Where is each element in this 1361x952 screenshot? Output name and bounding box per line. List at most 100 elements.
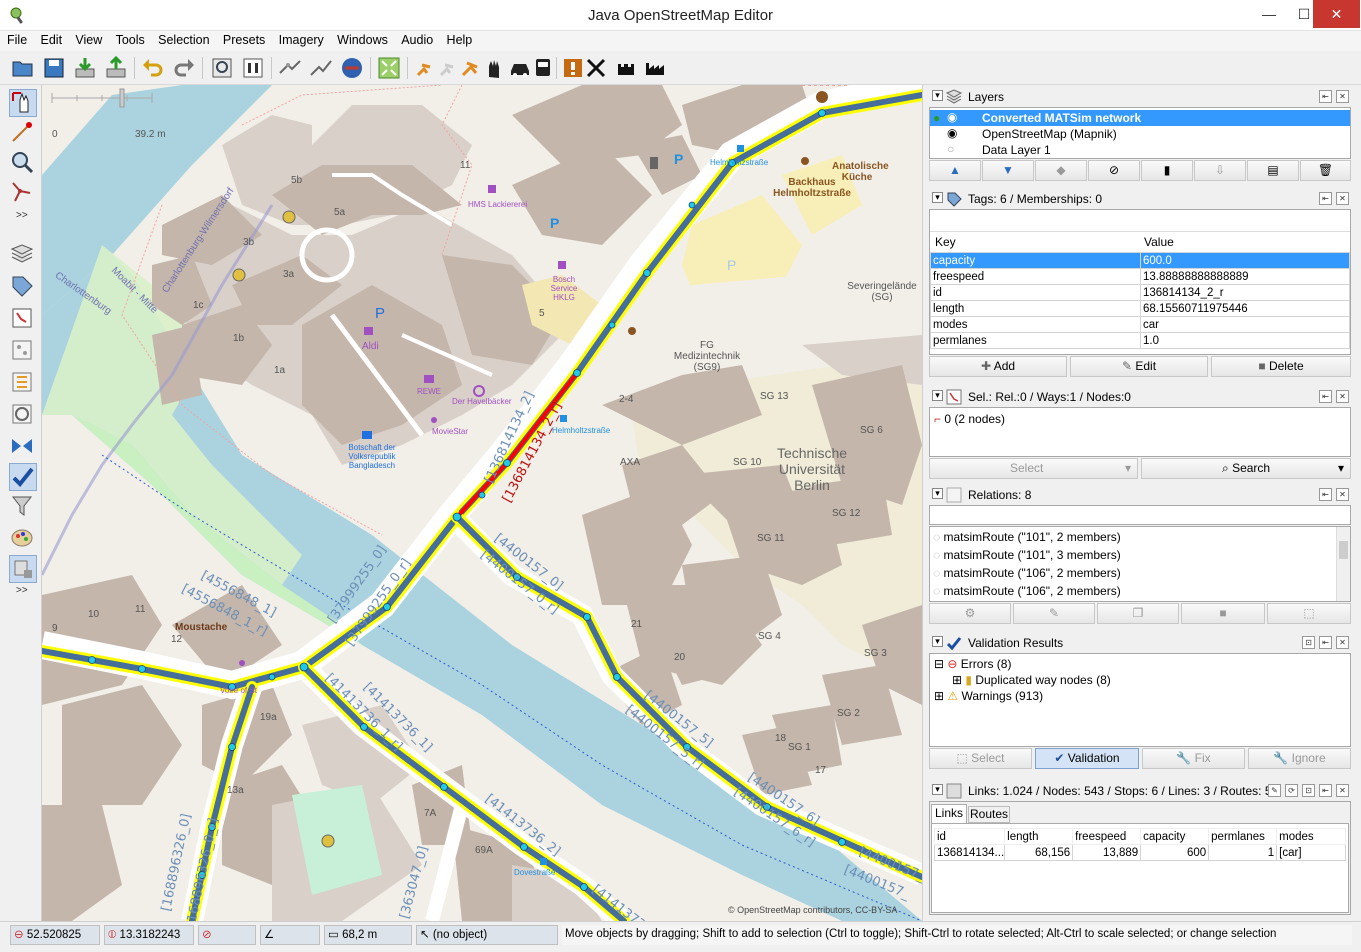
hand-icon[interactable] [481,55,507,81]
tag-key[interactable]: modes [930,316,1141,333]
zoom-fit-icon[interactable] [376,55,402,81]
fix-button[interactable]: 🔧 Fix [1142,748,1245,769]
pin-icon[interactable]: ⇤ [1319,784,1332,797]
toggle-visibility-icon[interactable]: ⊘ [1088,160,1140,181]
tag-value[interactable]: 136814134_2_r [1140,284,1350,301]
close-dialog-icon[interactable]: ✕ [1336,636,1349,649]
select-relation-icon[interactable]: ⬚ [1267,603,1351,624]
move-up-icon[interactable]: ▲ [929,160,981,181]
settings-icon[interactable]: ⊡ [1302,636,1315,649]
more-icon[interactable]: >> [16,210,28,221]
duplicate-relation-icon[interactable]: ❐ [1097,603,1179,624]
expand-tree-icon[interactable]: ⊞ [934,689,947,703]
column-header[interactable]: permlanes [1208,828,1278,845]
download-icon[interactable] [72,55,98,81]
list-item[interactable]: ◌ matsimRoute ("106", 2 members) [933,566,1121,580]
table-cell[interactable]: 13,889 [1072,844,1142,861]
menu-audio[interactable]: Audio [398,31,436,47]
scrollbar[interactable] [1336,527,1350,601]
close-dialog-icon[interactable]: ✕ [1336,90,1349,103]
validation-button[interactable]: ✔ Validation [1035,748,1139,769]
tag-key[interactable]: length [930,300,1141,317]
collapse-icon[interactable]: ▾ [932,90,943,101]
select-mode-icon[interactable] [9,89,37,117]
column-header-value[interactable]: Value [1144,235,1174,249]
menu-edit[interactable]: Edit [38,31,66,47]
tab-links[interactable]: Links [931,804,967,823]
pin-icon[interactable]: ⇤ [1319,488,1332,501]
relation-filter-input[interactable] [929,505,1351,525]
opacity-icon[interactable]: ▮ [1141,160,1193,181]
bus-icon[interactable] [530,55,556,81]
tag-key[interactable]: permlanes [930,332,1141,349]
edit-relation-icon[interactable]: ✎ [1013,603,1095,624]
validation-icon[interactable] [9,463,37,491]
menu-selection[interactable]: Selection [155,31,212,47]
layer-row-data[interactable]: ○ Data Layer 1 [930,142,1350,158]
new-relation-icon[interactable]: ⚙ [929,603,1011,624]
collapse-icon[interactable]: ▾ [932,390,943,401]
ignore-button[interactable]: 🔧 Ignore [1248,748,1351,769]
table-cell[interactable]: 1 [1208,844,1278,861]
pin-icon[interactable]: ⇤ [1319,636,1332,649]
tag-value[interactable]: 600.0 [1140,252,1350,269]
split-way-icon[interactable] [277,55,303,81]
tag-value[interactable]: car [1140,316,1350,333]
tag-key[interactable]: freespeed [930,268,1141,285]
column-header[interactable]: length [1004,828,1074,845]
table-row[interactable]: modes car [930,316,1350,333]
more-icon[interactable]: >> [16,585,28,596]
conflict-icon[interactable] [9,433,37,461]
menu-presets[interactable]: Presets [220,31,268,47]
table-row[interactable]: capacity 600.0 [930,252,1350,269]
cross-icon[interactable] [583,55,609,81]
combine-way-icon[interactable] [308,55,334,81]
list-item[interactable]: ◌ matsimRoute ("101", 3 members) [933,548,1121,562]
delete-tag-button[interactable]: ■ Delete [1211,356,1351,377]
edit-icon[interactable]: ✎ [1268,784,1281,797]
upload-icon[interactable] [103,55,129,81]
tag-value[interactable]: 1.0 [1140,332,1350,349]
layer-row-osm[interactable]: ◉ OpenStreetMap (Mapnik) [930,126,1350,142]
tag-key[interactable]: id [930,284,1141,301]
select-button[interactable]: Select ▾ [929,458,1138,479]
column-header[interactable]: freespeed [1072,828,1142,845]
pin-icon[interactable]: ⇤ [1319,390,1332,403]
save-icon[interactable] [41,55,67,81]
refresh-icon[interactable]: ⟳ [1285,784,1298,797]
pin-icon[interactable]: ⇤ [1319,90,1332,103]
table-row[interactable]: 136814134... 68,156 13,889 600 1 [car] [933,844,1346,861]
tree-node-warnings[interactable]: ⊞ ⚠ Warnings (913) [934,689,1043,703]
layers-icon[interactable] [9,241,37,269]
castle-icon[interactable] [613,55,639,81]
selection-list-icon[interactable] [9,305,37,333]
redo-icon[interactable] [171,55,197,81]
duplicate-icon[interactable]: ⇩ [1194,160,1246,181]
commands-icon[interactable] [9,369,37,397]
tab-routes[interactable]: Routes [968,806,1010,823]
menu-imagery[interactable]: Imagery [276,31,327,47]
factory-icon[interactable] [642,55,668,81]
tag-key[interactable]: capacity [930,252,1141,269]
map-view[interactable]: 0 39.2 m 5b 5a 3b 3a 1c 1b 1a 11 5 Charl… [42,85,922,921]
menu-view[interactable]: View [72,31,105,47]
select-errors-button[interactable]: ⬚ Select [929,748,1032,769]
column-header-key[interactable]: Key [935,235,956,249]
table-row[interactable]: freespeed 13.88888888888889 [930,268,1350,285]
tree-node-duplicates[interactable]: ⊞ ▮ Duplicated way nodes (8) [952,673,1111,687]
table-row[interactable]: length 68.15560711975446 [930,300,1350,317]
menu-file[interactable]: File [4,31,30,47]
search-button[interactable]: ⌕ Search ▾ [1141,458,1351,479]
tags-icon[interactable] [9,273,37,301]
column-header[interactable]: capacity [1140,828,1210,845]
collapse-tree-icon[interactable]: ⊟ [934,657,947,671]
collapse-icon[interactable]: ▾ [932,488,943,499]
list-item[interactable]: ◌ matsimRoute ("106", 2 members) [933,584,1121,598]
dropdown-arrow-icon[interactable]: ▾ [1338,459,1344,478]
expand-tree-icon[interactable]: ⊞ [952,673,965,687]
column-header[interactable]: id [933,828,1006,845]
menu-tools[interactable]: Tools [113,31,148,47]
delete-relation-icon[interactable]: ■ [1181,603,1265,624]
filter-icon[interactable] [9,493,37,521]
table-cell[interactable]: [car] [1276,844,1346,861]
